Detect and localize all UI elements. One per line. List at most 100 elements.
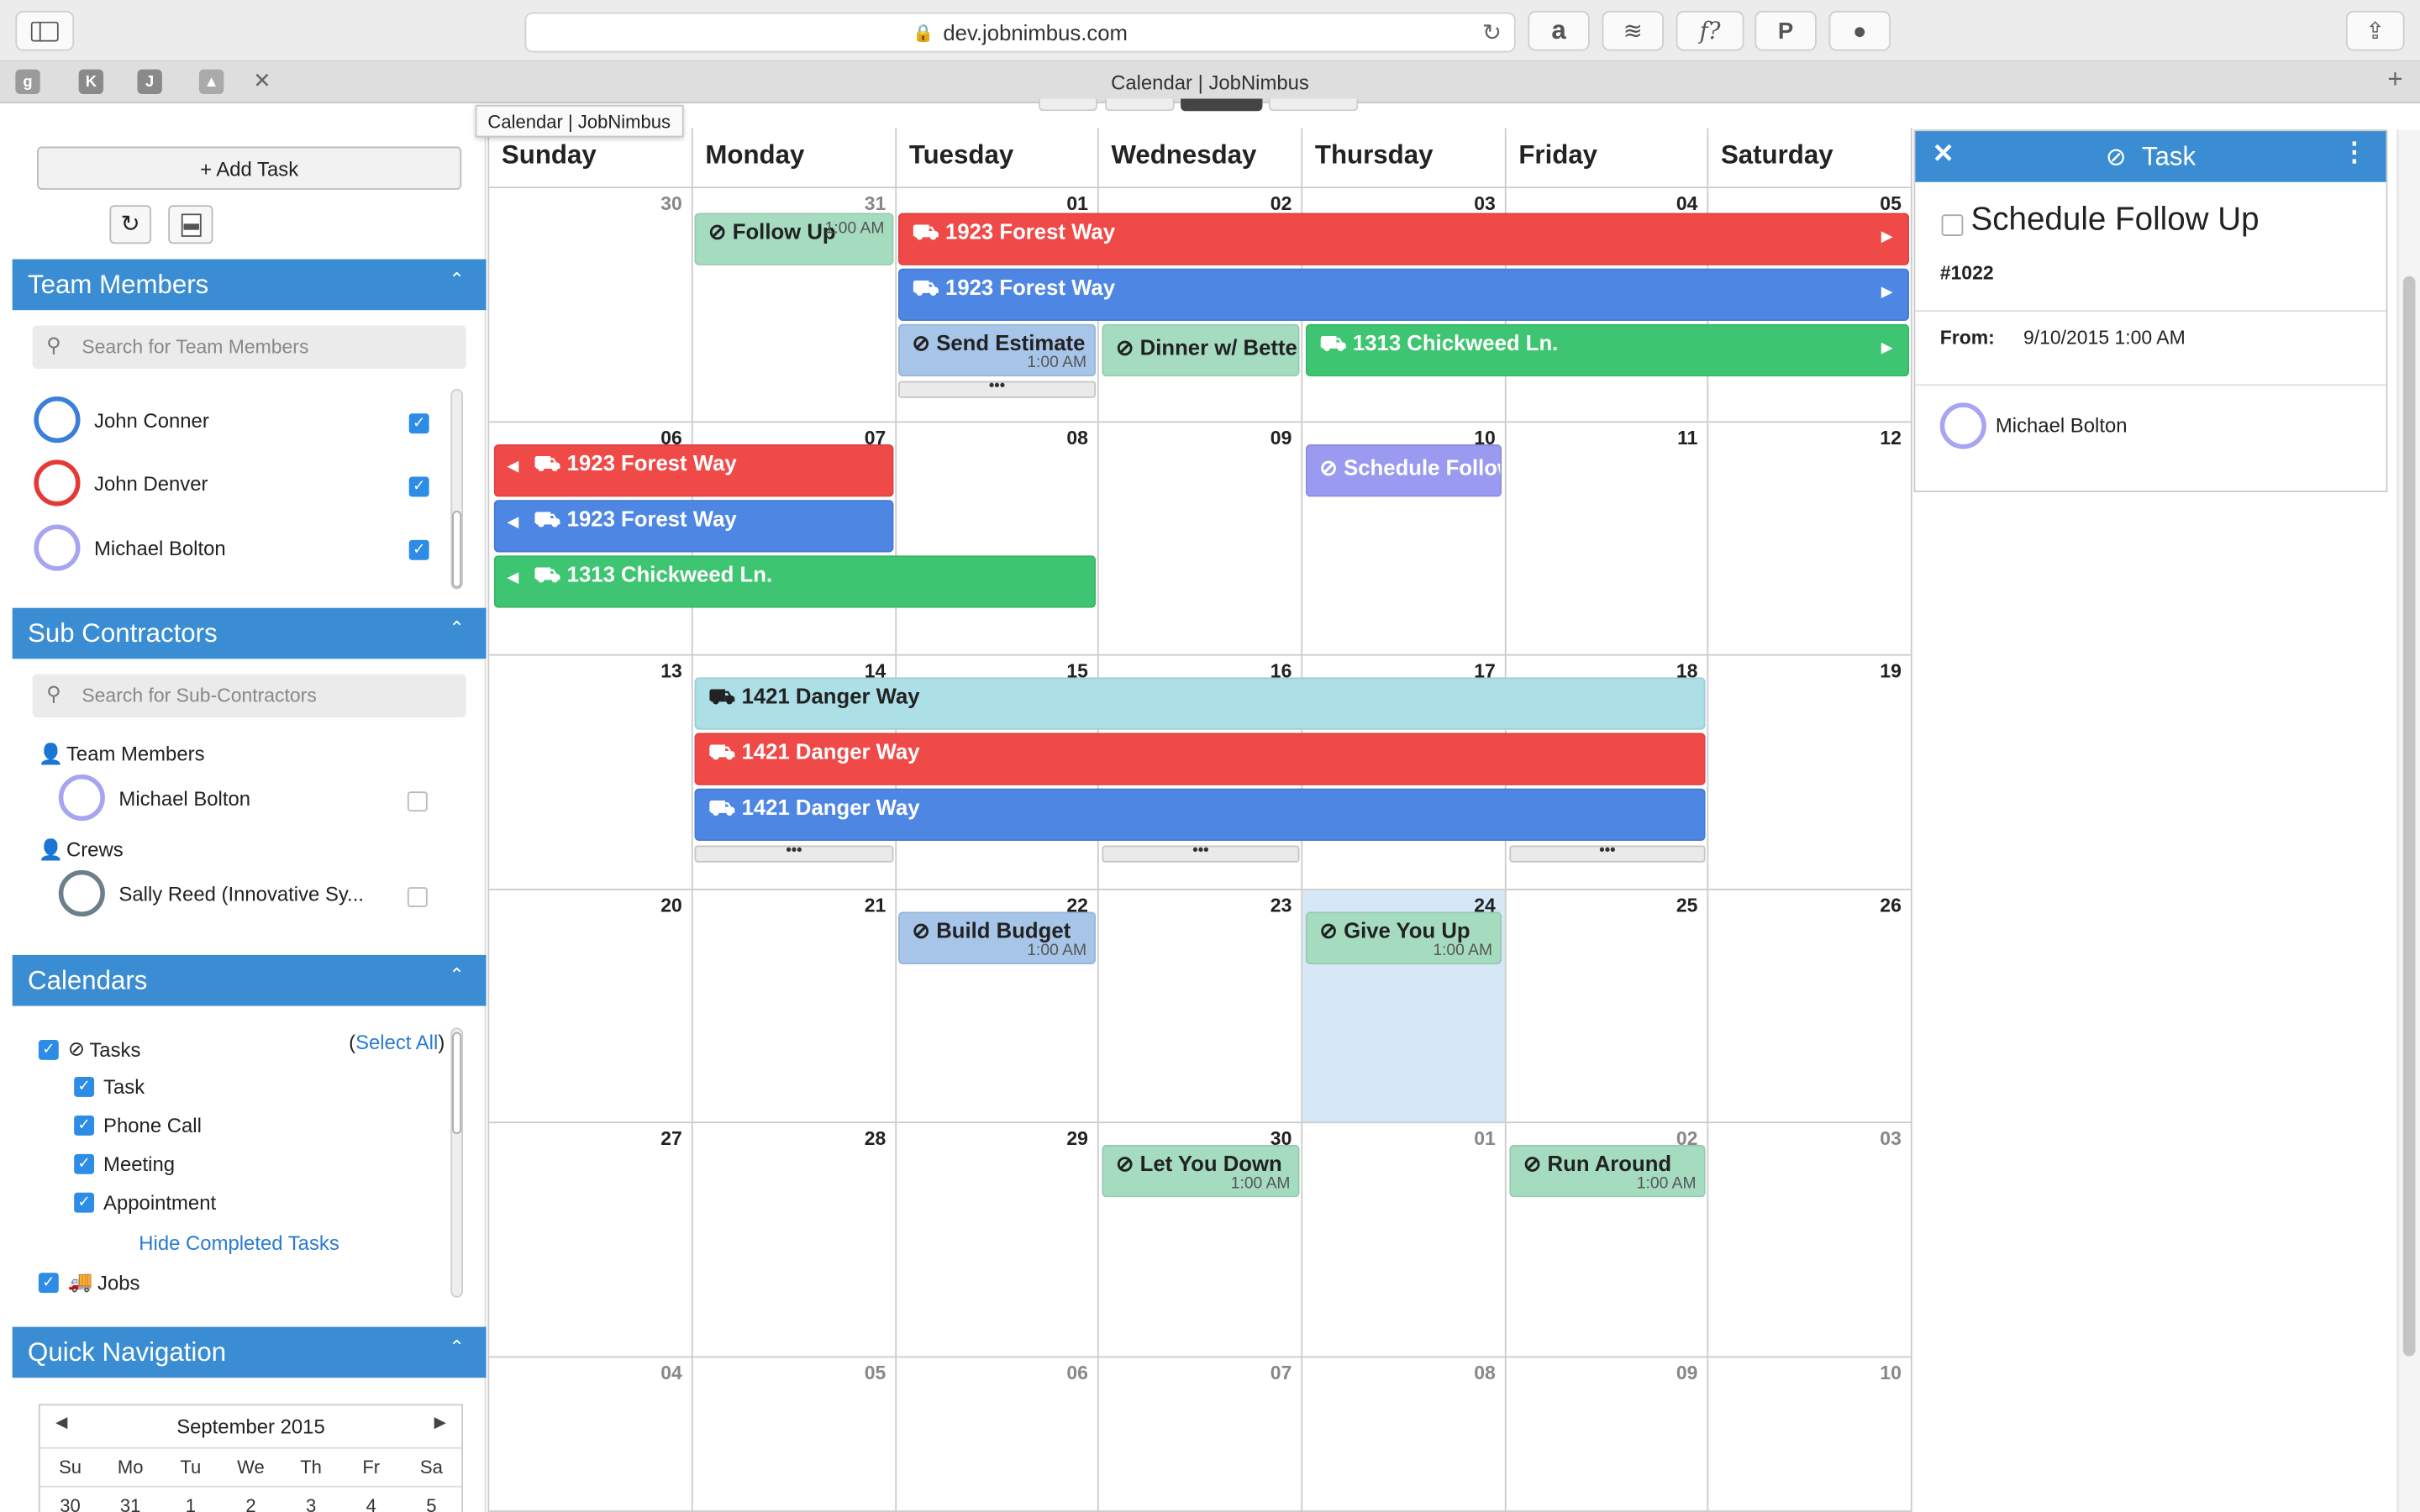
task-event[interactable]: ⊘ Let You Down 1:00 AM: [1102, 1144, 1300, 1198]
calendar-type-item[interactable]: ✓ Task: [74, 1075, 145, 1099]
calendars-header[interactable]: Calendars ⌃: [12, 954, 487, 1006]
day-cell[interactable]: 26: [1708, 890, 1912, 1124]
team-member-checkbox[interactable]: ✓: [408, 476, 429, 497]
task-event[interactable]: ⊘ Send Estimate 1:00 AM: [897, 323, 1097, 377]
sub-contractors-search-input[interactable]: ⚲ Search for Sub-Contractors: [32, 674, 466, 718]
job-event[interactable]: ⛟ 1421 Danger Way: [694, 677, 1706, 730]
team-member-checkbox[interactable]: ✓: [408, 413, 429, 434]
job-event[interactable]: ◀ ⛟ 1923 Forest Way: [493, 500, 894, 553]
team-member-item[interactable]: John Conner: [34, 396, 209, 444]
calendar-type-item[interactable]: ✓ Meeting: [74, 1152, 175, 1176]
mini-calendar-day[interactable]: 2: [221, 1494, 281, 1512]
scroll-thumb[interactable]: [452, 1032, 462, 1134]
more-events-button[interactable]: •••: [1509, 843, 1706, 863]
more-options-icon[interactable]: ⋮: [2341, 137, 2367, 168]
day-cell[interactable]: 20: [489, 890, 693, 1124]
task-event[interactable]: ⊘ Give You Up 1:00 AM: [1305, 911, 1502, 964]
evernote-extension-icon[interactable]: ●: [1828, 10, 1891, 51]
reload-icon[interactable]: ↻: [1482, 18, 1502, 46]
mini-calendar-day[interactable]: 3: [281, 1494, 341, 1512]
mini-calendar-day[interactable]: 1: [160, 1494, 221, 1512]
mini-calendar-day[interactable]: 4: [341, 1494, 402, 1512]
day-cell[interactable]: 03: [1708, 1123, 1912, 1358]
team-member-item[interactable]: Michael Bolton: [34, 524, 226, 571]
day-cell[interactable]: 19: [1708, 655, 1912, 890]
day-cell[interactable]: 05: [692, 1357, 897, 1512]
mini-calendar-day[interactable]: 30: [40, 1494, 101, 1512]
prev-month-icon[interactable]: ◀: [55, 1415, 67, 1431]
next-month-icon[interactable]: ▶: [434, 1415, 446, 1431]
view-button[interactable]: [1039, 98, 1097, 112]
calendar-jobs-item[interactable]: ✓ 🚚 Jobs: [38, 1270, 140, 1294]
select-all-link[interactable]: Select All: [355, 1031, 438, 1054]
day-cell[interactable]: 12: [1708, 423, 1912, 656]
day-cell[interactable]: 11: [1506, 423, 1709, 656]
more-events-button[interactable]: •••: [1102, 843, 1300, 863]
day-cell[interactable]: 06: [897, 1357, 1099, 1512]
calendar-type-item[interactable]: ✓ Appointment: [74, 1191, 216, 1215]
team-members-search-input[interactable]: ⚲ Search for Team Members: [32, 325, 466, 369]
day-cell[interactable]: 23: [1098, 890, 1303, 1124]
view-button-active[interactable]: [1181, 98, 1263, 112]
task-type-checkbox[interactable]: ✓: [74, 1192, 95, 1213]
calendar-type-item[interactable]: ✓ Phone Call: [74, 1114, 202, 1137]
task-event[interactable]: ⊘ Run Around 1:00 AM: [1509, 1144, 1706, 1198]
day-cell[interactable]: 13: [489, 655, 693, 890]
day-cell[interactable]: 07: [1098, 1357, 1303, 1512]
formula-extension-icon[interactable]: f?: [1676, 10, 1744, 51]
task-type-checkbox[interactable]: ✓: [74, 1153, 95, 1174]
add-task-button[interactable]: + Add Task: [37, 146, 462, 190]
job-event[interactable]: ⛟ 1421 Danger Way: [694, 732, 1706, 785]
address-bar[interactable]: 🔒 dev.jobnimbus.com ↻: [524, 12, 1516, 53]
collapse-caret-icon[interactable]: ⌃: [449, 617, 464, 639]
job-event[interactable]: ⛟ 1923 Forest Way ▶: [897, 268, 1910, 322]
refresh-icon[interactable]: ↻: [109, 205, 151, 244]
new-tab-icon[interactable]: +: [2387, 65, 2402, 96]
crew-checkbox[interactable]: [407, 887, 428, 907]
view-button[interactable]: [1105, 98, 1175, 112]
job-event[interactable]: ⛟ 1923 Forest Way ▶: [897, 213, 1910, 265]
job-event[interactable]: ◀ ⛟ 1923 Forest Way: [493, 444, 894, 497]
quick-navigation-header[interactable]: Quick Navigation ⌃: [12, 1326, 487, 1378]
collapse-caret-icon[interactable]: ⌃: [449, 964, 464, 986]
day-cell[interactable]: 29: [897, 1123, 1099, 1358]
pinterest-extension-icon[interactable]: P: [1754, 10, 1817, 51]
day-cell[interactable]: 08: [1302, 1357, 1507, 1512]
job-event[interactable]: ◀ ⛟ 1313 Chickweed Ln.: [493, 555, 1097, 608]
calendar-tasks-item[interactable]: ✓ ⊘ Tasks: [38, 1037, 140, 1061]
page-scrollbar[interactable]: [2396, 129, 2420, 1512]
job-event[interactable]: ⛟ 1421 Danger Way: [694, 788, 1706, 842]
task-complete-checkbox[interactable]: [1941, 214, 1964, 237]
view-button[interactable]: [1268, 98, 1359, 112]
team-members-header[interactable]: Team Members ⌃: [12, 259, 487, 311]
team-members-scrollbar[interactable]: [450, 388, 464, 590]
day-cell[interactable]: 10: [1708, 1357, 1912, 1512]
collapse-caret-icon[interactable]: ⌃: [449, 1336, 464, 1358]
day-cell[interactable]: 28: [692, 1123, 897, 1358]
task-event[interactable]: ⊘ Build Budget 1:00 AM: [897, 911, 1097, 964]
tasks-checkbox[interactable]: ✓: [38, 1039, 59, 1059]
day-cell[interactable]: 04: [489, 1357, 693, 1512]
task-event[interactable]: ⊘ Dinner w/ Better Half: [1102, 323, 1300, 377]
task-type-checkbox[interactable]: ✓: [74, 1077, 95, 1097]
day-cell[interactable]: 27: [489, 1123, 693, 1358]
mini-calendar-day[interactable]: 5: [402, 1494, 462, 1512]
scroll-thumb[interactable]: [2402, 276, 2416, 1357]
sub-contractors-header[interactable]: Sub Contractors ⌃: [12, 607, 487, 659]
job-event[interactable]: ⛟ 1313 Chickweed Ln. ▶: [1305, 323, 1910, 377]
layers-extension-icon[interactable]: ≋: [1602, 10, 1664, 51]
scroll-thumb[interactable]: [452, 510, 462, 588]
sub-team-member-checkbox[interactable]: [407, 791, 428, 812]
team-member-item[interactable]: John Denver: [34, 459, 208, 507]
day-cell[interactable]: 09: [1506, 1357, 1709, 1512]
active-tab-title[interactable]: Calendar | JobNimbus: [0, 71, 2420, 94]
share-icon[interactable]: ⇪: [2345, 10, 2405, 51]
team-member-checkbox[interactable]: ✓: [408, 539, 429, 560]
day-cell[interactable]: 09: [1098, 423, 1303, 656]
crew-item[interactable]: Sally Reed (Innovative Sy...: [58, 869, 364, 917]
hide-completed-tasks-link[interactable]: Hide Completed Tasks: [139, 1231, 339, 1255]
collapse-caret-icon[interactable]: ⌃: [449, 269, 464, 291]
day-cell[interactable]: 08: [897, 423, 1099, 656]
day-cell[interactable]: 25: [1506, 890, 1709, 1124]
mini-calendar-day[interactable]: 31: [100, 1494, 160, 1512]
